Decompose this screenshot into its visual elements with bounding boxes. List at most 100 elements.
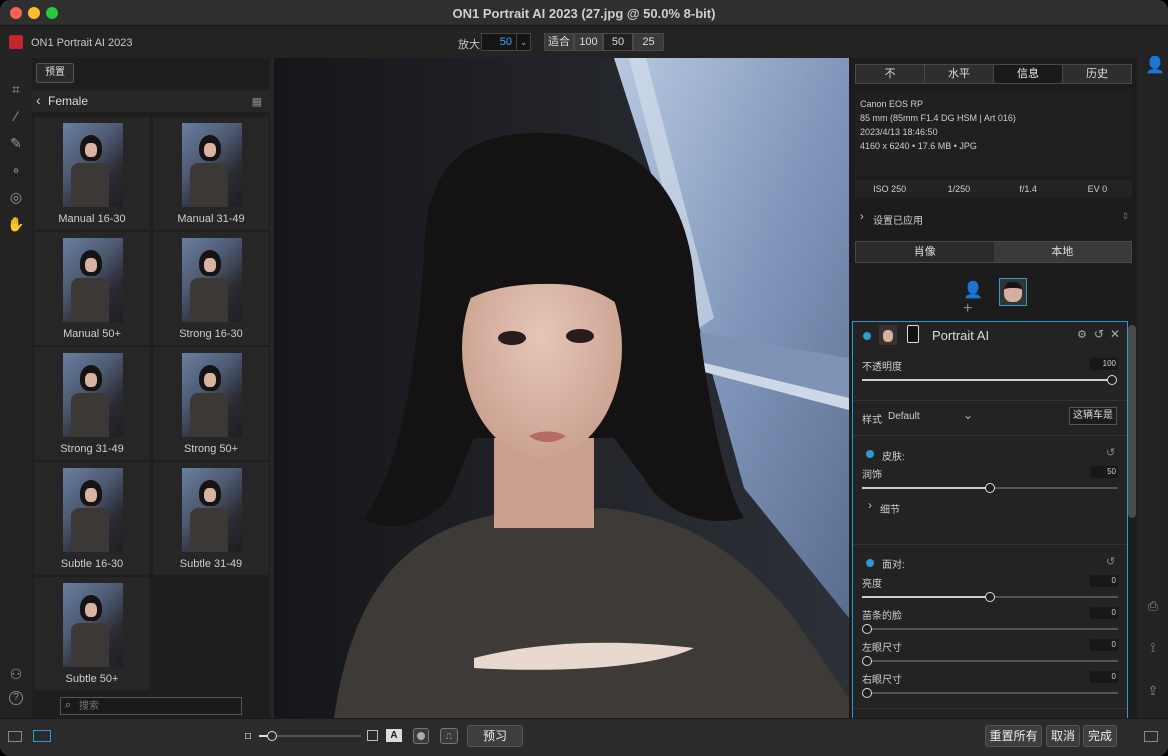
preset-tile[interactable]: Strong 50+ <box>153 347 269 460</box>
chevron-down-icon[interactable]: ⌄ <box>963 408 973 422</box>
help-icon[interactable]: ? <box>9 691 23 705</box>
divider <box>853 435 1127 436</box>
add-face-icon[interactable]: 👤+ <box>963 280 989 317</box>
fingerprint-icon[interactable]: ◎ <box>7 188 25 206</box>
user-settings-icon[interactable]: ⚇ <box>7 665 25 683</box>
opacity-value[interactable]: 100 <box>1090 358 1118 370</box>
right-eye-size-slider[interactable] <box>862 688 1118 698</box>
face-slider-value[interactable]: 0 <box>1090 607 1118 619</box>
zoom-fit-button[interactable]: 适合 <box>544 33 574 51</box>
mode-tabs: 肖像 本地 <box>855 241 1132 263</box>
panel-scrollbar[interactable] <box>1128 325 1136 518</box>
before-after-icon[interactable]: ⎍ <box>440 728 458 744</box>
preset-tile[interactable]: Manual 16-30 <box>34 117 150 230</box>
preset-tile[interactable]: Strong 31-49 <box>34 347 150 460</box>
preset-tile[interactable]: Subtle 50+ <box>34 577 150 690</box>
nodes-icon[interactable]: ∘ <box>7 161 25 179</box>
info-tabs: 不 水平 信息 历史 <box>855 64 1132 84</box>
preset-tile[interactable]: Subtle 31-49 <box>153 462 269 575</box>
chevron-left-icon[interactable]: ‹ <box>36 92 41 108</box>
reset-all-button[interactable]: 重置所有 <box>985 725 1042 747</box>
reset-icon[interactable]: ↺ <box>1106 446 1115 459</box>
done-button[interactable]: 完成 <box>1083 725 1117 747</box>
preset-tile[interactable]: Subtle 16-30 <box>34 462 150 575</box>
gear-icon[interactable]: ⚙ <box>1077 328 1087 341</box>
export-icon[interactable]: ⇪ <box>1145 683 1161 699</box>
face-slider-value[interactable]: 0 <box>1090 575 1118 587</box>
cancel-button[interactable]: 取消 <box>1046 725 1080 747</box>
tab-local[interactable]: 本地 <box>993 242 1131 262</box>
tab-layers[interactable]: 不 <box>856 65 925 83</box>
left-tool-bar: ⌗ ⁄ ✎ ∘ ◎ ✋ ⚇ ? <box>0 58 32 718</box>
tab-portrait[interactable]: 肖像 <box>856 242 994 262</box>
style-select[interactable]: Default <box>888 411 920 422</box>
face-thumbnail[interactable] <box>999 278 1027 306</box>
photo-canvas[interactable] <box>274 58 849 718</box>
exif-bar: ISO 250 1/250 f/1.4 EV 0 <box>855 180 1132 198</box>
right-panel-toggle-icon[interactable] <box>1144 731 1158 742</box>
mask-view-icon[interactable] <box>413 728 429 744</box>
chevron-right-icon[interactable]: › <box>868 498 872 512</box>
preview-button[interactable]: 预习 <box>467 725 523 747</box>
filmstrip-toggle-icon[interactable] <box>33 730 51 742</box>
preset-panel: 预置 ‹ Female ▦ Manual 16-30 Manual 31-49 … <box>32 58 270 718</box>
settings-applied-row[interactable]: › 设置已应用 ⇕ <box>855 208 1132 228</box>
grid-view-icon[interactable]: ▦ <box>252 95 262 108</box>
preset-thumbnail <box>63 353 123 437</box>
search-input[interactable] <box>79 699 239 713</box>
left-eye-size-slider[interactable] <box>862 656 1118 666</box>
brush-icon[interactable]: ✎ <box>7 134 25 152</box>
close-icon[interactable]: ✕ <box>1110 327 1120 341</box>
wand-icon[interactable]: ⁄ <box>7 107 25 125</box>
tab-levels[interactable]: 水平 <box>925 65 994 83</box>
app-name: ON1 Portrait AI 2023 <box>31 37 133 49</box>
print-icon[interactable]: ⎙ <box>1145 598 1161 614</box>
opacity-slider[interactable] <box>862 375 1117 385</box>
thumbnail-size-slider[interactable] <box>259 731 361 741</box>
preset-thumbnail <box>182 238 242 322</box>
style-action-button[interactable]: 这辆车是 <box>1069 407 1117 425</box>
preset-search[interactable]: ⌕ <box>60 697 242 715</box>
zoom-100-button[interactable]: 100 <box>574 33 603 51</box>
panel-toggle-icon[interactable] <box>8 731 22 742</box>
portrait-retouch-icon[interactable]: ✋ <box>7 215 25 233</box>
reset-icon[interactable]: ↺ <box>1106 555 1115 568</box>
skin-enabled-dot[interactable] <box>866 450 874 458</box>
smooth-slider[interactable] <box>862 483 1118 493</box>
face-mini-thumbnail <box>879 325 897 345</box>
preset-tile[interactable]: Manual 50+ <box>34 232 150 345</box>
skin-section-title: 皮肤: <box>882 452 905 463</box>
brightness-slider[interactable] <box>862 592 1118 602</box>
search-icon: ⌕ <box>65 699 72 711</box>
up-down-icon: ⇕ <box>1121 211 1129 221</box>
share-icon[interactable]: ⟟ <box>1145 640 1161 656</box>
panel-title: Portrait AI <box>932 328 990 343</box>
tab-info[interactable]: 信息 <box>994 65 1063 83</box>
preset-label: Strong 16-30 <box>179 328 243 340</box>
slim-face-slider[interactable] <box>862 624 1118 634</box>
preset-thumbnail <box>63 583 123 667</box>
face-slider-value[interactable]: 0 <box>1090 639 1118 651</box>
smooth-value[interactable]: 50 <box>1090 466 1118 478</box>
panel-enabled-dot[interactable] <box>863 332 871 340</box>
zoom-50-button[interactable]: 50 <box>603 33 633 51</box>
app-logo-icon <box>9 35 23 49</box>
presets-button[interactable]: 预置 <box>36 63 74 83</box>
app-window: ON1 Portrait AI 2023 (27.jpg @ 50.0% 8-b… <box>0 0 1168 756</box>
face-slider-label: 左眼尺寸 <box>862 643 902 654</box>
detail-toggle[interactable]: 细节 <box>880 501 900 516</box>
reset-icon[interactable]: ↺ <box>1094 327 1104 341</box>
zoom-25-button[interactable]: 25 <box>633 33 664 51</box>
preset-category[interactable]: Female <box>48 94 88 108</box>
text-overlay-icon[interactable]: A <box>386 729 402 742</box>
preset-tile[interactable]: Manual 31-49 <box>153 117 269 230</box>
crop-icon[interactable]: ⌗ <box>7 80 25 98</box>
face-slider-value[interactable]: 0 <box>1090 671 1118 683</box>
preset-tile[interactable]: Strong 16-30 <box>153 232 269 345</box>
user-icon[interactable]: 👤 <box>1145 58 1165 74</box>
chevron-down-icon[interactable]: ⌄ <box>516 34 530 50</box>
mask-icon[interactable] <box>907 325 919 343</box>
tab-history[interactable]: 历史 <box>1063 65 1131 83</box>
portrait-photo <box>274 58 849 718</box>
face-enabled-dot[interactable] <box>866 559 874 567</box>
